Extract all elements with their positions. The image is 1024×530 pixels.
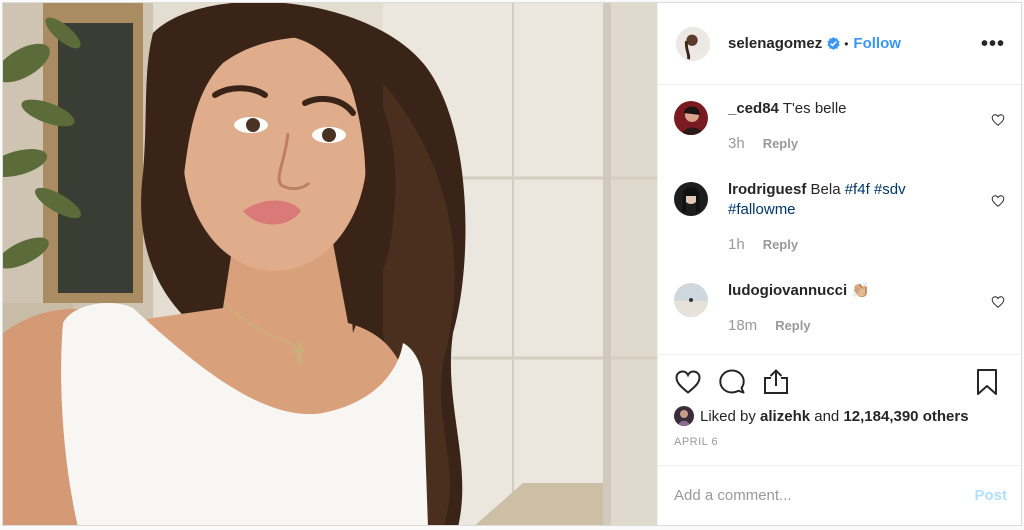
comment-time[interactable]: 18m xyxy=(728,316,757,336)
share-icon[interactable] xyxy=(762,368,790,396)
comment-meta: 3h Reply xyxy=(728,134,847,154)
comment-username[interactable]: lrodriguesf xyxy=(728,181,806,198)
commenter-avatar[interactable] xyxy=(674,182,708,216)
comment-body: ludogiovannucci 👏🏼 18m Reply xyxy=(728,281,870,354)
comment-meta: 18m Reply xyxy=(728,316,870,336)
like-heart-icon[interactable] xyxy=(674,368,702,396)
action-bar xyxy=(674,367,1005,397)
comment-item: lrodriguesf Bela #f4f #sdv #fallowme 1h … xyxy=(674,180,1021,281)
reply-button[interactable]: Reply xyxy=(775,316,810,336)
comment-time[interactable]: 1h xyxy=(728,235,745,255)
post-date[interactable]: APRIL 6 xyxy=(674,436,1005,448)
post-card: selenagomez • Follow ••• _ced84 T'es bel… xyxy=(2,2,1022,526)
comment-like-heart-icon[interactable] xyxy=(991,113,1005,127)
likes-middle: and xyxy=(814,407,840,425)
comment-text: Bela xyxy=(810,181,841,198)
separator-dot: • xyxy=(844,36,849,51)
comment-body: lrodriguesf Bela #f4f #sdv #fallowme 1h … xyxy=(728,180,938,281)
post-side-panel: selenagomez • Follow ••• _ced84 T'es bel… xyxy=(657,3,1021,525)
hashtag-link[interactable]: #fallowme xyxy=(728,201,796,218)
comment-time[interactable]: 3h xyxy=(728,134,745,154)
commenter-avatar[interactable] xyxy=(674,101,708,135)
reply-button[interactable]: Reply xyxy=(763,235,798,255)
comment-like-heart-icon[interactable] xyxy=(991,295,1005,309)
verified-badge-icon xyxy=(827,37,840,50)
comment-text: 👏🏼 xyxy=(851,282,871,299)
likes-summary: Liked by alizehk and 12,184,390 others xyxy=(674,406,1005,426)
comment-item: ludogiovannucci 👏🏼 18m Reply xyxy=(674,281,1021,354)
comment-like-heart-icon[interactable] xyxy=(991,194,1005,208)
comment-username[interactable]: ludogiovannucci xyxy=(728,282,847,299)
liker-username[interactable]: alizehk xyxy=(760,408,810,425)
hashtag-link[interactable]: #sdv xyxy=(874,181,906,198)
follow-button[interactable]: Follow xyxy=(853,35,901,52)
comment-meta: 1h Reply xyxy=(728,235,938,255)
comments-list[interactable]: _ced84 T'es belle 3h Reply lrodriguesf B… xyxy=(658,85,1021,354)
likes-prefix: Liked by xyxy=(700,407,756,425)
liker-avatar[interactable] xyxy=(674,406,694,426)
likes-count[interactable]: 12,184,390 others xyxy=(843,408,968,425)
bookmark-icon[interactable] xyxy=(973,368,1001,396)
post-header: selenagomez • Follow ••• xyxy=(658,3,1021,85)
hashtag-link[interactable]: #f4f xyxy=(845,181,870,198)
post-comment-button[interactable]: Post xyxy=(974,487,1007,504)
comment-text: T'es belle xyxy=(782,100,847,117)
post-photo-image xyxy=(3,3,657,525)
post-photo[interactable] xyxy=(3,3,657,525)
add-comment-input[interactable] xyxy=(674,487,975,504)
comment-bubble-icon[interactable] xyxy=(718,368,746,396)
author-avatar[interactable] xyxy=(676,26,710,61)
commenter-avatar[interactable] xyxy=(674,283,708,317)
add-comment-bar: Post xyxy=(658,465,1021,525)
more-options-icon[interactable]: ••• xyxy=(981,34,1005,54)
author-username[interactable]: selenagomez xyxy=(728,35,822,52)
comment-body: _ced84 T'es belle 3h Reply xyxy=(728,99,847,180)
comment-item: _ced84 T'es belle 3h Reply xyxy=(674,99,1021,180)
post-actions-area: Liked by alizehk and 12,184,390 others A… xyxy=(658,354,1021,465)
reply-button[interactable]: Reply xyxy=(763,134,798,154)
comment-username[interactable]: _ced84 xyxy=(728,100,779,117)
